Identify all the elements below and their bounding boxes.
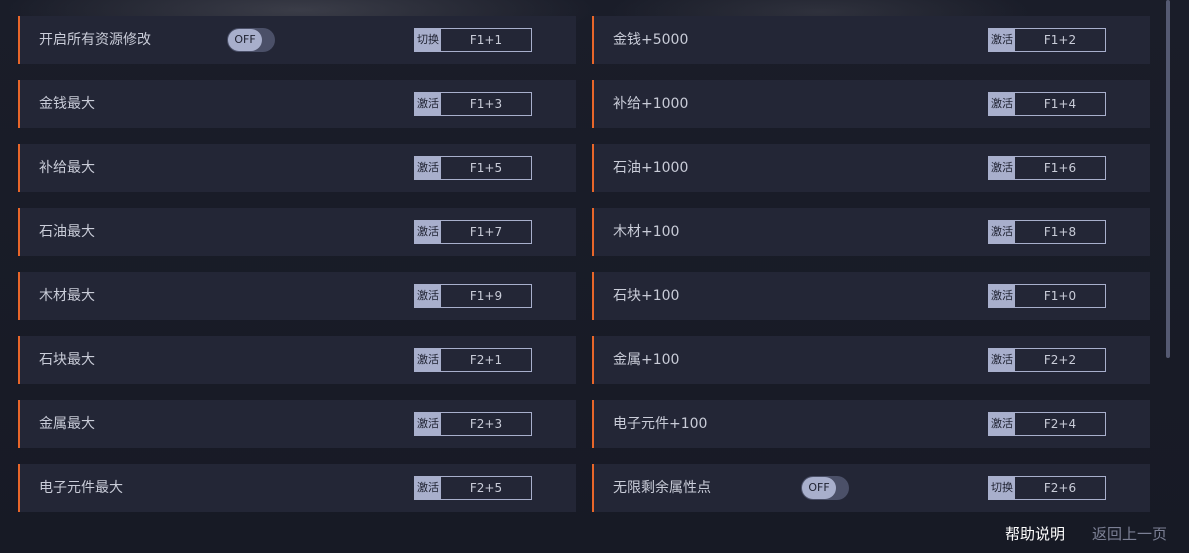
option-row: 电子元件+100 激活 F2+4: [592, 400, 1150, 448]
option-row: 石油+1000 激活 F1+6: [592, 144, 1150, 192]
hotkey-button[interactable]: 切换 F2+6: [988, 476, 1106, 500]
option-row: 石块+100 激活 F1+0: [592, 272, 1150, 320]
option-row: 金钱最大 激活 F1+3: [18, 80, 576, 128]
scrollbar[interactable]: [1166, 0, 1170, 358]
option-label: 开启所有资源修改: [39, 32, 151, 48]
option-label: 木材最大: [39, 288, 95, 304]
hotkey-keys: F1+4: [1043, 97, 1077, 111]
option-row: 金属+100 激活 F2+2: [592, 336, 1150, 384]
option-label: 补给+1000: [613, 96, 689, 112]
hotkey-keys: F1+0: [1043, 289, 1077, 303]
hotkey-keys: F1+7: [469, 225, 503, 239]
hotkey-button[interactable]: 激活 F1+7: [414, 220, 532, 244]
hotkey-button[interactable]: 激活 F1+6: [988, 156, 1106, 180]
hotkey-button[interactable]: 激活 F2+2: [988, 348, 1106, 372]
back-link[interactable]: 返回上一页: [1092, 523, 1167, 545]
option-row: 木材+100 激活 F1+8: [592, 208, 1150, 256]
hotkey-button[interactable]: 激活 F2+4: [988, 412, 1106, 436]
option-label: 金属最大: [39, 416, 95, 432]
hotkey-button[interactable]: 切换 F1+1: [414, 28, 532, 52]
toggle-state-label: OFF: [228, 29, 262, 51]
option-label: 金属+100: [613, 352, 680, 368]
hotkey-keys: F1+6: [1043, 161, 1077, 175]
hotkey-action-label: 激活: [415, 157, 441, 179]
hotkey-keys: F2+1: [469, 353, 503, 367]
hotkey-button[interactable]: 激活 F1+0: [988, 284, 1106, 308]
option-label: 木材+100: [613, 224, 680, 240]
option-row: 金钱+5000 激活 F1+2: [592, 16, 1150, 64]
hotkey-action-label: 激活: [415, 413, 441, 435]
hotkey-keys: F2+3: [469, 417, 503, 431]
hotkey-action-label: 激活: [989, 285, 1015, 307]
hotkey-action-label: 激活: [989, 413, 1015, 435]
option-row: 金属最大 激活 F2+3: [18, 400, 576, 448]
hotkey-keys: F2+5: [469, 481, 503, 495]
hotkey-button[interactable]: 激活 F1+9: [414, 284, 532, 308]
option-row: 木材最大 激活 F1+9: [18, 272, 576, 320]
hotkey-keys: F1+9: [469, 289, 503, 303]
option-row: 无限剩余属性点 OFF 切换 F2+6: [592, 464, 1150, 512]
hotkey-action-label: 激活: [989, 349, 1015, 371]
hotkey-keys: F2+2: [1043, 353, 1077, 367]
hotkey-action-label: 激活: [415, 349, 441, 371]
option-label: 金钱+5000: [613, 32, 689, 48]
hotkey-action-label: 切换: [989, 477, 1015, 499]
hotkey-action-label: 激活: [415, 477, 441, 499]
option-label: 金钱最大: [39, 96, 95, 112]
hotkey-button[interactable]: 激活 F1+4: [988, 92, 1106, 116]
hotkey-keys: F1+5: [469, 161, 503, 175]
option-row: 补给+1000 激活 F1+4: [592, 80, 1150, 128]
option-row: 石块最大 激活 F2+1: [18, 336, 576, 384]
hotkey-keys: F1+2: [1043, 33, 1077, 47]
toggle-state-label: OFF: [802, 477, 836, 499]
option-row: 电子元件最大 激活 F2+5: [18, 464, 576, 512]
cheat-option-grid: 开启所有资源修改 OFF 切换 F1+1 金钱+5000 激活 F1+2 金钱最大 激活 F1+3…: [18, 16, 1150, 512]
option-label: 电子元件最大: [39, 480, 123, 496]
option-row: 石油最大 激活 F1+7: [18, 208, 576, 256]
hotkey-keys: F2+4: [1043, 417, 1077, 431]
hotkey-button[interactable]: 激活 F2+5: [414, 476, 532, 500]
option-toggle[interactable]: OFF: [801, 476, 849, 500]
hotkey-action-label: 激活: [989, 93, 1015, 115]
option-label: 电子元件+100: [613, 416, 708, 432]
hotkey-action-label: 切换: [415, 29, 441, 51]
hotkey-action-label: 激活: [415, 285, 441, 307]
hotkey-keys: F2+6: [1043, 481, 1077, 495]
hotkey-button[interactable]: 激活 F2+1: [414, 348, 532, 372]
hotkey-button[interactable]: 激活 F2+3: [414, 412, 532, 436]
option-label: 无限剩余属性点: [613, 480, 711, 496]
hotkey-action-label: 激活: [989, 29, 1015, 51]
help-link[interactable]: 帮助说明: [1005, 523, 1065, 545]
option-row: 补给最大 激活 F1+5: [18, 144, 576, 192]
hotkey-action-label: 激活: [989, 157, 1015, 179]
hotkey-keys: F1+3: [469, 97, 503, 111]
option-label: 石块+100: [613, 288, 680, 304]
option-row: 开启所有资源修改 OFF 切换 F1+1: [18, 16, 576, 64]
option-label: 补给最大: [39, 160, 95, 176]
option-label: 石块最大: [39, 352, 95, 368]
option-toggle[interactable]: OFF: [227, 28, 275, 52]
hotkey-button[interactable]: 激活 F1+2: [988, 28, 1106, 52]
hotkey-action-label: 激活: [415, 221, 441, 243]
hotkey-keys: F1+8: [1043, 225, 1077, 239]
hotkey-button[interactable]: 激活 F1+8: [988, 220, 1106, 244]
hotkey-action-label: 激活: [415, 93, 441, 115]
option-label: 石油+1000: [613, 160, 689, 176]
hotkey-button[interactable]: 激活 F1+5: [414, 156, 532, 180]
option-label: 石油最大: [39, 224, 95, 240]
hotkey-action-label: 激活: [989, 221, 1015, 243]
hotkey-keys: F1+1: [469, 33, 503, 47]
hotkey-button[interactable]: 激活 F1+3: [414, 92, 532, 116]
